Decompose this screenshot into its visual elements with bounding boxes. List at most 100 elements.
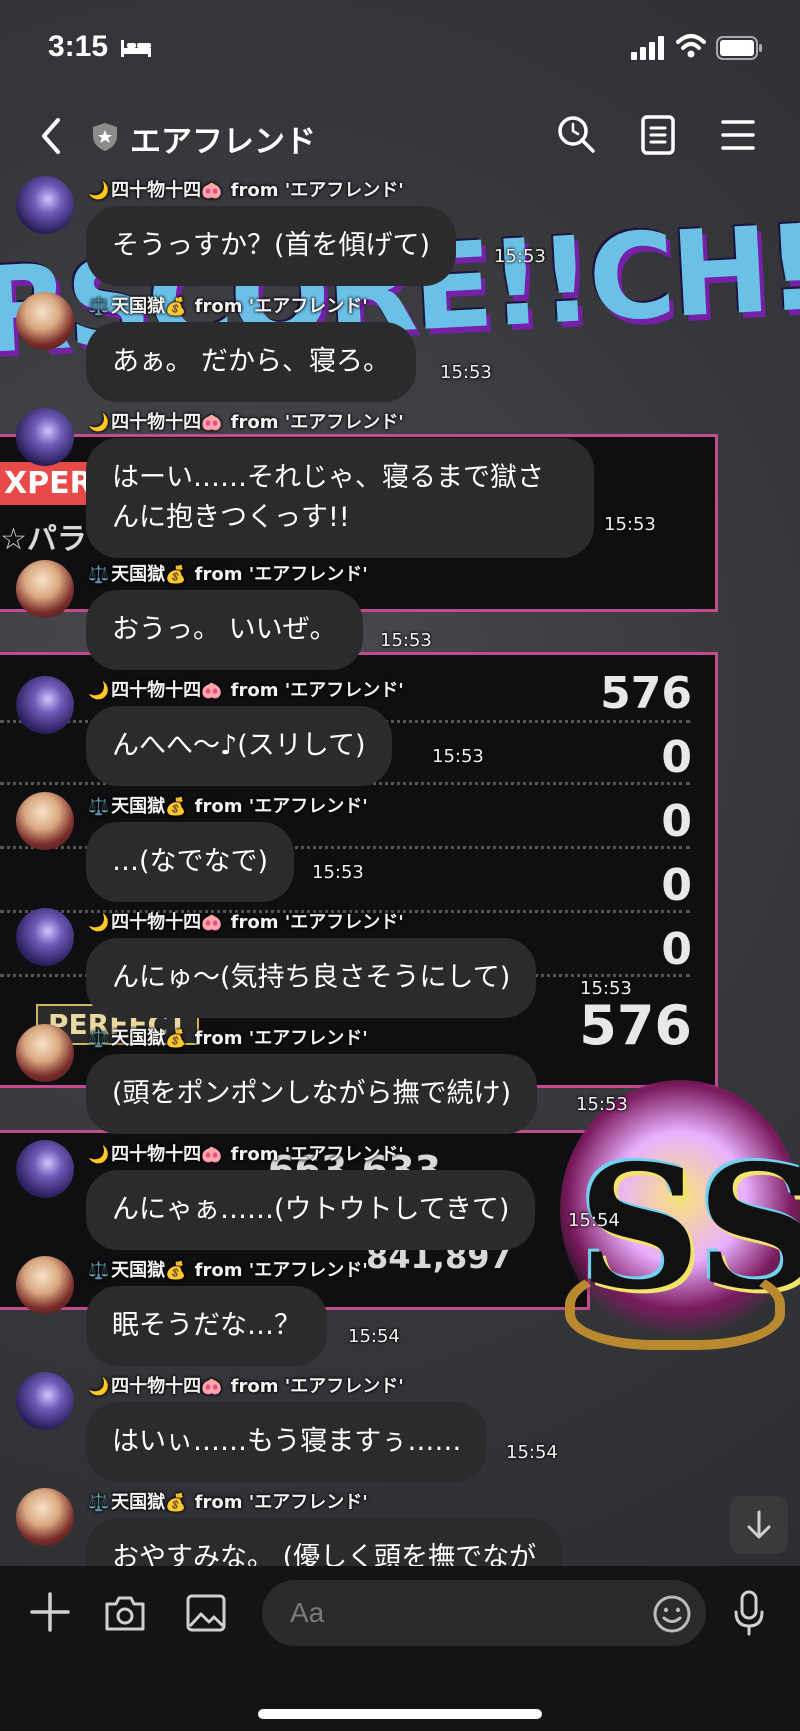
emoji-icon[interactable] — [652, 1594, 692, 1634]
moon-icon: 🌙 — [88, 913, 110, 933]
status-bar: 3:15 — [0, 0, 800, 100]
bed-icon — [121, 40, 151, 57]
sender-name: ⚖️ 天国獄💰 from 'エアフレンド' — [88, 1256, 368, 1282]
message-list[interactable]: 🌙 四十物十四🐽 from 'エアフレンド' そうっすか？(首を傾げて) 15:5… — [0, 0, 800, 1566]
avatar[interactable] — [16, 1488, 74, 1546]
sender-label: 四十物十四 — [111, 1144, 202, 1165]
message-bubble[interactable]: んにゅ〜(気持ち良さそうにして) — [86, 938, 537, 1018]
avatar[interactable] — [16, 676, 74, 734]
menu-icon[interactable] — [720, 118, 756, 152]
message-bubble[interactable]: …(なでなで) — [86, 822, 295, 902]
message-time: 15:53 — [580, 978, 632, 999]
chevron-left-icon[interactable] — [34, 114, 70, 158]
pig-icon: 🐽 — [201, 1145, 223, 1165]
sender-from: from 'エアフレンド' — [194, 796, 368, 817]
sender-name: ⚖️ 天国獄💰 from 'エアフレンド' — [88, 560, 368, 586]
sender-name: 🌙 四十物十四🐽 from 'エアフレンド' — [88, 1140, 404, 1166]
plus-icon[interactable] — [30, 1592, 70, 1632]
avatar[interactable] — [16, 1024, 74, 1082]
arrow-down-icon — [747, 1510, 771, 1539]
message-time: 15:53 — [432, 746, 484, 767]
message-bubble[interactable]: あぁ。 だから、寝ろ。 — [86, 322, 417, 402]
message-time: 15:53 — [312, 862, 364, 883]
moon-icon: 🌙 — [88, 1377, 110, 1397]
money-bag-icon: 💰 — [165, 297, 187, 317]
sender-name: ⚖️ 天国獄💰 from 'エアフレンド' — [88, 1488, 368, 1514]
avatar[interactable] — [16, 292, 74, 350]
chat-title: エアフレンド — [130, 124, 316, 159]
message-bubble[interactable]: はーい……それじゃ、寝るまで獄さんに抱きつくっす!! — [86, 438, 594, 558]
avatar[interactable] — [16, 560, 74, 618]
sender-from: from 'エアフレンド' — [230, 1144, 404, 1165]
avatar[interactable] — [16, 908, 74, 966]
message-bubble[interactable]: (頭をポンポンしながら撫で続け) — [86, 1054, 538, 1134]
avatar[interactable] — [16, 1140, 74, 1198]
camera-icon[interactable] — [104, 1594, 146, 1632]
moon-icon: 🌙 — [88, 181, 110, 201]
pig-icon: 🐽 — [201, 681, 223, 701]
message-input[interactable] — [262, 1580, 706, 1646]
battery-icon — [716, 36, 762, 60]
avatar[interactable] — [16, 408, 74, 466]
sender-name: 🌙 四十物十四🐽 from 'エアフレンド' — [88, 908, 404, 934]
signal-icon — [631, 36, 664, 60]
sender-name: ⚖️ 天国獄💰 from 'エアフレンド' — [88, 292, 368, 318]
message-time: 15:53 — [440, 362, 492, 383]
sender-name: 🌙 四十物十四🐽 from 'エアフレンド' — [88, 1372, 404, 1398]
sender-label: 天国獄 — [111, 296, 166, 317]
sender-from: from 'エアフレンド' — [194, 1028, 368, 1049]
avatar[interactable] — [16, 1372, 74, 1430]
sender-label: 四十物十四 — [111, 1376, 202, 1397]
shield-icon — [93, 123, 117, 151]
sender-name: 🌙 四十物十四🐽 from 'エアフレンド' — [88, 676, 404, 702]
scales-icon: ⚖️ — [88, 565, 110, 585]
sender-label: 天国獄 — [111, 1260, 166, 1281]
sender-from: from 'エアフレンド' — [230, 180, 404, 201]
image-icon[interactable] — [186, 1594, 226, 1632]
message-bubble[interactable]: んへへ〜♪(スリして) — [86, 706, 392, 786]
moon-icon: 🌙 — [88, 413, 110, 433]
pig-icon: 🐽 — [201, 913, 223, 933]
home-indicator[interactable] — [258, 1709, 542, 1719]
pig-icon: 🐽 — [201, 1377, 223, 1397]
money-bag-icon: 💰 — [165, 565, 187, 585]
sender-label: 四十物十四 — [111, 180, 202, 201]
sender-label: 四十物十四 — [111, 912, 202, 933]
mic-icon[interactable] — [732, 1590, 766, 1636]
sender-from: from 'エアフレンド' — [194, 564, 368, 585]
moon-icon: 🌙 — [88, 681, 110, 701]
scales-icon: ⚖️ — [88, 1261, 110, 1281]
message-time: 15:53 — [380, 630, 432, 651]
sender-label: 天国獄 — [111, 564, 166, 585]
message-bubble[interactable]: はいぃ……もう寝ますぅ…… — [86, 1402, 488, 1482]
message-bubble[interactable]: 眠そうだな…？ — [86, 1286, 327, 1366]
chat-header: エアフレンド — [0, 100, 800, 172]
notes-icon[interactable] — [640, 114, 676, 156]
sender-from: from 'エアフレンド' — [194, 1260, 368, 1281]
message-bubble[interactable]: おうっ。 いいぜ。 — [86, 590, 363, 670]
scroll-to-bottom-button[interactable] — [730, 1496, 788, 1554]
message-bubble[interactable]: おやすみな。 (優しく頭を撫でなが — [86, 1518, 563, 1566]
sender-from: from 'エアフレンド' — [230, 680, 404, 701]
sender-from: from 'エアフレンド' — [194, 296, 368, 317]
sender-name: 🌙 四十物十四🐽 from 'エアフレンド' — [88, 408, 404, 434]
avatar[interactable] — [16, 1256, 74, 1314]
avatar[interactable] — [16, 176, 74, 234]
sender-from: from 'エアフレンド' — [230, 1376, 404, 1397]
sender-name: ⚖️ 天国獄💰 from 'エアフレンド' — [88, 792, 368, 818]
search-icon[interactable] — [556, 114, 596, 154]
avatar[interactable] — [16, 792, 74, 850]
message-time: 15:54 — [506, 1442, 558, 1463]
sender-label: 天国獄 — [111, 1028, 166, 1049]
pig-icon: 🐽 — [201, 181, 223, 201]
message-bubble[interactable]: んにゃぁ……(ウトウトしてきて) — [86, 1170, 536, 1250]
moon-icon: 🌙 — [88, 1145, 110, 1165]
message-time: 15:53 — [604, 514, 656, 535]
sender-label: 天国獄 — [111, 1492, 166, 1513]
message-input-bar — [0, 1566, 800, 1731]
sender-from: from 'エアフレンド' — [230, 412, 404, 433]
status-time: 3:15 — [48, 30, 109, 63]
message-time: 15:53 — [494, 246, 546, 267]
message-bubble[interactable]: そうっすか？(首を傾げて) — [86, 206, 457, 286]
scales-icon: ⚖️ — [88, 797, 110, 817]
